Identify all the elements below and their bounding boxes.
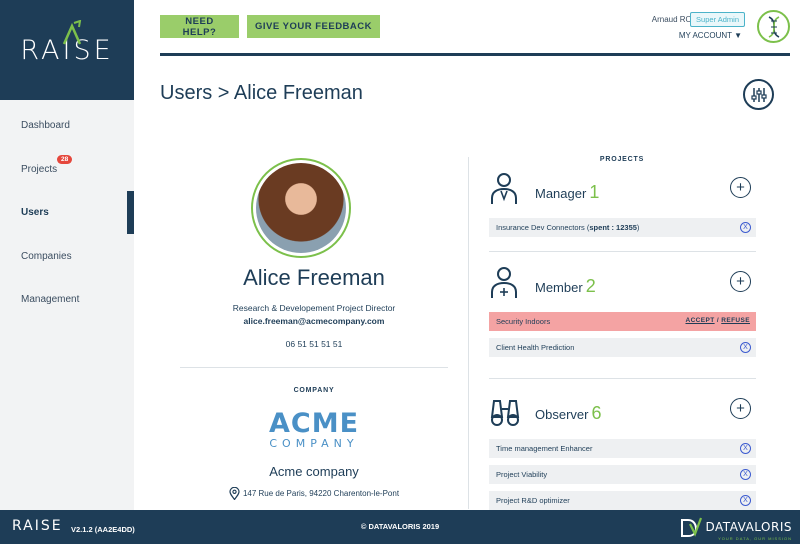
- sidebar-item-label: Users: [21, 207, 49, 219]
- project-name: Security Indoors: [496, 317, 551, 326]
- datavaloris-tagline: YOUR DATA, OUR MISSION: [718, 536, 792, 541]
- sidebar-nav: Dashboard Projects 28 Users Companies Man…: [0, 100, 134, 322]
- company-address-text: 147 Rue de Paris, 94220 Charenton-le-Pon…: [242, 489, 400, 498]
- sidebar-item-label: Dashboard: [21, 120, 70, 132]
- company-logo: ACME COMPANY: [160, 410, 468, 450]
- sidebar: RAISE Dashboard Projects 28 Users Compani…: [0, 0, 134, 510]
- page-title: Users > Alice Freeman: [160, 82, 363, 104]
- project-row[interactable]: Time management Enhancer X: [489, 439, 756, 458]
- member-role-header: Member 2 +: [488, 266, 756, 306]
- sidebar-item-projects[interactable]: Projects 28: [0, 148, 134, 192]
- profile-job-title: Research & Developement Project Director: [232, 303, 396, 313]
- manager-role-label: Manager 1: [535, 182, 599, 203]
- profile-phone: 06 51 51 51 51: [285, 339, 343, 349]
- need-help-button[interactable]: NEED HELP?: [160, 15, 239, 38]
- project-name: Time management Enhancer: [496, 444, 593, 453]
- project-spent: spent : 12355: [589, 223, 637, 232]
- accept-link[interactable]: ACCEPT: [685, 317, 714, 324]
- dna-avatar-icon: [768, 15, 779, 38]
- pending-project-row: Security Indoors ACCEPT / REFUSE: [489, 312, 756, 331]
- sidebar-item-users[interactable]: Users: [0, 191, 134, 235]
- my-account-dropdown[interactable]: MY ACCOUNT ▼: [679, 31, 742, 40]
- projects-section-title: PROJECTS: [599, 156, 645, 163]
- filter-settings-button[interactable]: [743, 79, 774, 110]
- company-address: 147 Rue de Paris, 94220 Charenton-le-Pon…: [160, 487, 468, 500]
- datavaloris-mark-icon: [680, 517, 702, 537]
- projects-count-badge: 28: [57, 154, 73, 164]
- manager-count: 1: [589, 182, 600, 202]
- sidebar-item-companies[interactable]: Companies: [0, 235, 134, 279]
- location-pin-icon: [229, 487, 240, 500]
- logo-arrow-icon: [62, 20, 82, 45]
- company-logo-big: ACME: [268, 408, 360, 439]
- add-member-project-button[interactable]: +: [730, 271, 751, 292]
- column-separator: [468, 157, 469, 509]
- add-manager-project-button[interactable]: +: [730, 177, 751, 198]
- user-avatar[interactable]: [757, 10, 790, 43]
- sidebar-item-dashboard[interactable]: Dashboard: [0, 104, 134, 148]
- sidebar-item-label: Projects: [21, 163, 58, 175]
- project-row[interactable]: Client Health Prediction X: [489, 338, 756, 357]
- observer-role-header: Observer 6 +: [488, 393, 756, 433]
- remove-project-icon[interactable]: X: [740, 222, 751, 233]
- observer-role-label: Observer 6: [535, 403, 601, 424]
- project-name: Insurance Dev Connectors (spent : 12355): [496, 223, 639, 232]
- remove-project-icon[interactable]: X: [740, 443, 751, 454]
- sliders-icon: [750, 87, 767, 102]
- datavaloris-logo: DATAVALORIS YOUR DATA, OUR MISSION: [680, 515, 793, 541]
- project-name: Client Health Prediction: [496, 343, 575, 352]
- project-row[interactable]: Project R&D optimizer X: [489, 491, 756, 510]
- add-observer-project-button[interactable]: +: [730, 398, 751, 419]
- binoculars-icon: [490, 400, 520, 426]
- project-name: Project Viability: [496, 470, 548, 479]
- brand-header: RAISE: [0, 0, 134, 100]
- project-name: Project R&D optimizer: [496, 496, 570, 505]
- sidebar-item-label: Companies: [21, 250, 72, 262]
- role-badge: Super Admin: [690, 12, 745, 27]
- refuse-link[interactable]: REFUSE: [721, 317, 750, 324]
- profile-divider: [180, 367, 448, 368]
- member-count: 2: [585, 276, 596, 296]
- feedback-button[interactable]: GIVE YOUR FEEDBACK: [247, 15, 380, 38]
- profile-photo-image: [256, 163, 346, 253]
- project-row[interactable]: Project Viability X: [489, 465, 756, 484]
- role-label-text: Manager: [535, 186, 587, 201]
- observer-count: 6: [591, 403, 602, 423]
- company-section-label: COMPANY: [293, 387, 335, 394]
- section-separator: [489, 378, 756, 379]
- member-role-label: Member 2: [535, 276, 596, 297]
- role-label-text: Observer: [535, 407, 589, 422]
- manager-person-icon: [491, 173, 517, 204]
- profile-email: alice.freeman@acmecompany.com: [243, 316, 385, 326]
- project-name-tail: ): [636, 223, 640, 232]
- section-separator: [489, 251, 756, 252]
- remove-project-icon[interactable]: X: [740, 495, 751, 506]
- remove-project-icon[interactable]: X: [740, 342, 751, 353]
- accept-refuse-actions: ACCEPT / REFUSE: [685, 317, 750, 324]
- project-name-text: Insurance Dev Connectors (: [496, 223, 590, 232]
- footer: RAISE V2.1.2 (AA2E4DD) © DATAVALORIS 201…: [0, 510, 800, 544]
- top-bar: NEED HELP? GIVE YOUR FEEDBACK Arnaud ROE…: [160, 10, 790, 56]
- remove-project-icon[interactable]: X: [740, 469, 751, 480]
- sidebar-item-management[interactable]: Management: [0, 278, 134, 322]
- company-name: Acme company: [269, 464, 359, 479]
- member-person-icon: [491, 267, 517, 298]
- manager-role-header: Manager 1 +: [488, 172, 756, 212]
- project-row[interactable]: Insurance Dev Connectors (spent : 12355)…: [489, 218, 756, 237]
- company-logo-small: COMPANY: [269, 437, 359, 450]
- role-label-text: Member: [535, 280, 583, 295]
- sidebar-item-label: Management: [21, 294, 80, 306]
- datavaloris-name: DATAVALORIS: [705, 520, 792, 534]
- profile-name: Alice Freeman: [243, 265, 385, 290]
- profile-photo: [251, 158, 351, 258]
